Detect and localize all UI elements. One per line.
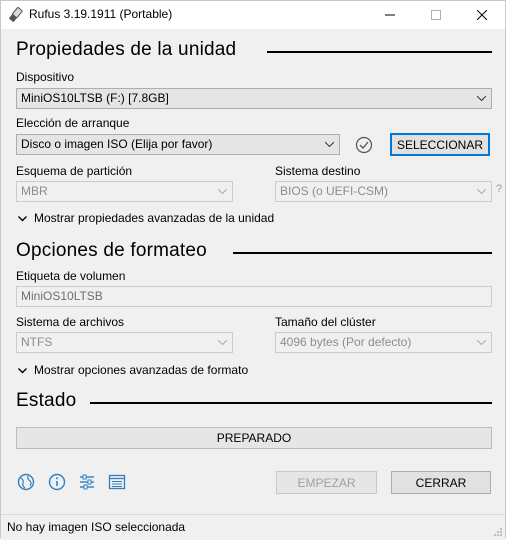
- settings-sliders-icon[interactable]: [77, 472, 97, 492]
- chevron-down-icon: [18, 363, 27, 377]
- partition-scheme-label: Esquema de partición: [16, 164, 133, 178]
- log-icon[interactable]: [107, 472, 127, 492]
- boot-selection-label: Elección de arranque: [16, 116, 130, 130]
- volume-label-input[interactable]: MiniOS10LTSB: [16, 286, 492, 307]
- maximize-button[interactable]: [413, 1, 459, 29]
- section-divider: [267, 51, 492, 53]
- advanced-format-toggle[interactable]: Mostrar opciones avanzadas de formato: [18, 363, 248, 377]
- progress-text: PREPARADO: [216, 431, 292, 445]
- advanced-drive-toggle[interactable]: Mostrar propiedades avanzadas de la unid…: [18, 211, 274, 225]
- chevron-down-icon: [476, 89, 487, 108]
- maximize-icon: [431, 10, 441, 20]
- resize-grip-icon[interactable]: [493, 526, 503, 536]
- target-system-label: Sistema destino: [275, 164, 361, 178]
- advanced-format-toggle-label: Mostrar opciones avanzadas de formato: [34, 363, 249, 377]
- usb-drive-icon: [8, 7, 24, 23]
- target-system-value: BIOS (o UEFI-CSM): [280, 184, 389, 198]
- window-title: Rufus 3.19.1911 (Portable): [29, 7, 173, 21]
- advanced-drive-toggle-label: Mostrar propiedades avanzadas de la unid…: [34, 211, 275, 225]
- partition-scheme-select[interactable]: MBR: [16, 181, 233, 202]
- chevron-down-icon: [324, 135, 335, 154]
- minimize-icon: [385, 14, 395, 16]
- drive-properties-heading: Propiedades de la unidad: [16, 39, 237, 60]
- title-bar: Rufus 3.19.1911 (Portable): [1, 1, 505, 29]
- device-select[interactable]: MiniOS10LTSB (F:) [7.8GB]: [16, 88, 492, 109]
- device-label: Dispositivo: [16, 70, 75, 84]
- cluster-size-label: Tamaño del clúster: [275, 315, 376, 329]
- start-button[interactable]: EMPEZAR: [276, 471, 377, 494]
- check-hash-icon[interactable]: [355, 136, 373, 154]
- format-options-heading: Opciones de formateo: [16, 240, 207, 261]
- device-value: MiniOS10LTSB (F:) [7.8GB]: [21, 91, 169, 105]
- file-system-label: Sistema de archivos: [16, 315, 125, 329]
- status-bar: No hay imagen ISO seleccionada: [1, 514, 505, 538]
- file-system-select[interactable]: NTFS: [16, 332, 233, 353]
- file-system-value: NTFS: [21, 335, 53, 349]
- target-system-select[interactable]: BIOS (o UEFI-CSM): [275, 181, 492, 202]
- section-divider: [90, 402, 492, 404]
- select-button[interactable]: SELECCIONAR: [390, 133, 490, 156]
- cluster-size-select[interactable]: 4096 bytes (Por defecto): [275, 332, 492, 353]
- partition-scheme-value: MBR: [21, 184, 48, 198]
- close-icon: [477, 10, 487, 20]
- boot-selection-value: Disco o imagen ISO (Elija por favor): [21, 137, 213, 151]
- info-icon[interactable]: [47, 472, 67, 492]
- chevron-down-icon: [217, 182, 228, 201]
- volume-label-label: Etiqueta de volumen: [16, 269, 126, 283]
- boot-selection-select[interactable]: Disco o imagen ISO (Elija por favor): [16, 134, 340, 155]
- close-button[interactable]: CERRAR: [391, 471, 491, 494]
- volume-label-value: MiniOS10LTSB: [21, 289, 103, 303]
- status-heading: Estado: [16, 390, 77, 411]
- status-bar-text: No hay imagen ISO seleccionada: [7, 520, 186, 534]
- globe-icon[interactable]: [16, 472, 36, 492]
- chevron-down-icon: [476, 182, 487, 201]
- rufus-window: Rufus 3.19.1911 (Portable) Propiedades d…: [0, 0, 506, 538]
- section-divider: [233, 252, 492, 254]
- close-window-button[interactable]: [459, 1, 505, 29]
- progress-bar: PREPARADO: [16, 427, 492, 449]
- minimize-button[interactable]: [367, 1, 413, 29]
- chevron-down-icon: [476, 333, 487, 352]
- chevron-down-icon: [217, 333, 228, 352]
- help-icon[interactable]: ?: [496, 183, 502, 195]
- chevron-down-icon: [18, 211, 27, 225]
- cluster-size-value: 4096 bytes (Por defecto): [280, 335, 412, 349]
